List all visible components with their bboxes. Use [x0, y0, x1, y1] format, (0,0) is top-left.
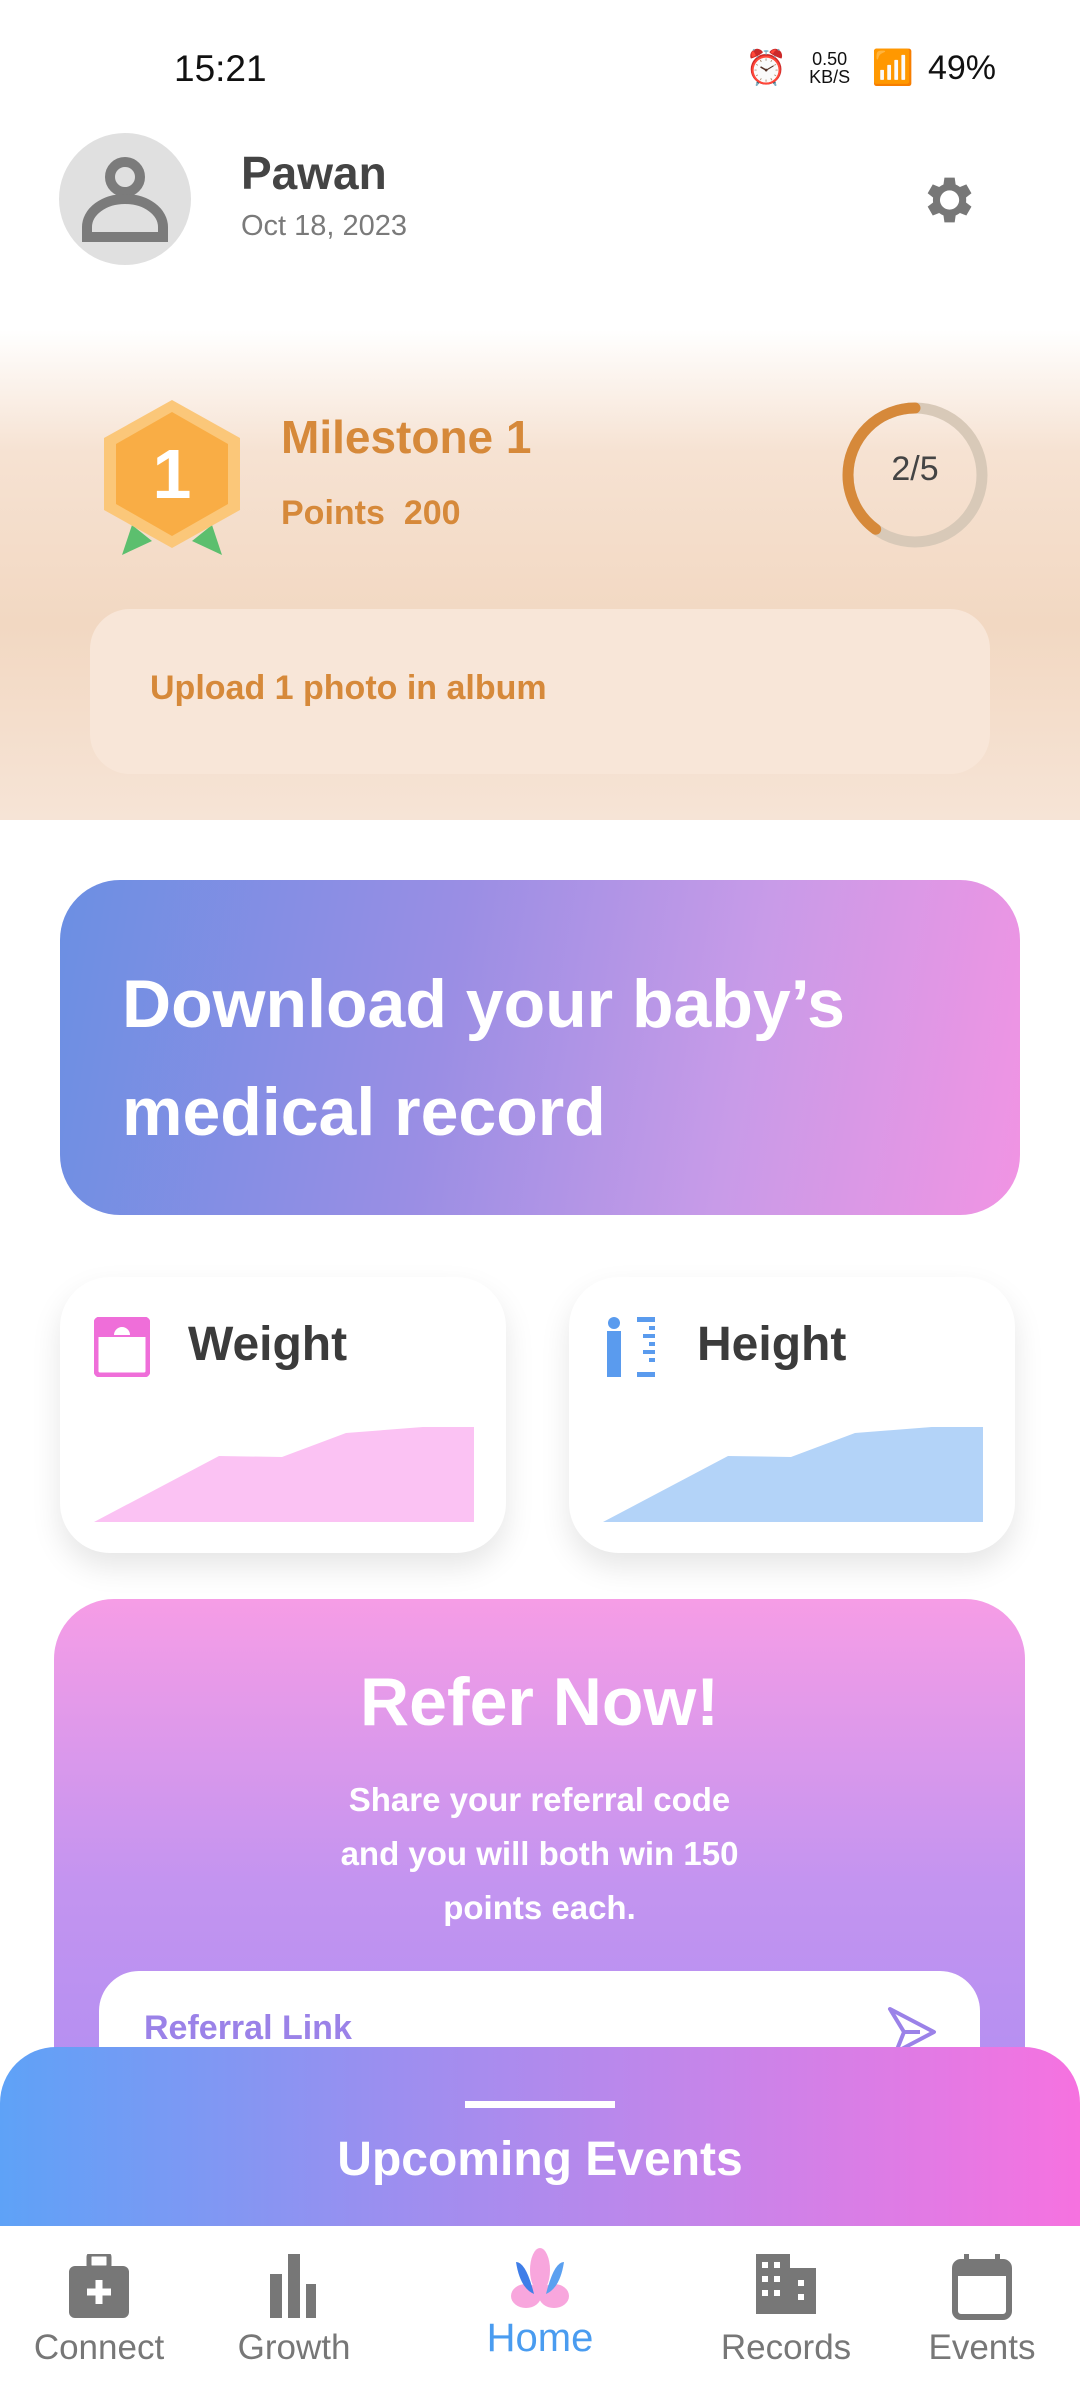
- nav-events[interactable]: Events: [882, 2226, 1080, 2400]
- milestone-task[interactable]: Upload 1 photo in album: [90, 609, 990, 774]
- nav-label: Home: [486, 2316, 594, 2360]
- person-icon: [82, 157, 168, 242]
- height-sparkline: [603, 1427, 983, 1522]
- task-text: Upload 1 photo in album: [150, 669, 547, 707]
- medical-record-banner[interactable]: Download your baby’s medical record: [60, 880, 1020, 1215]
- lotus-icon: [511, 2248, 569, 2308]
- calendar-icon: [952, 2254, 1012, 2320]
- sheet-title: Upcoming Events: [337, 2133, 743, 2186]
- weight-card[interactable]: Weight: [60, 1277, 506, 1553]
- net-speed: 0.50 KB/S: [809, 49, 851, 87]
- status-bar: 15:21 ⏰ 0.50 KB/S 📶 49%: [0, 40, 1080, 100]
- refer-description: Share your referral code and you will bo…: [340, 1781, 739, 1926]
- nav-label: Records: [720, 2328, 852, 2367]
- battery-level: 49%: [927, 48, 996, 87]
- nav-label: Events: [928, 2328, 1036, 2367]
- bottom-nav: Connect Growth Home Records Events: [0, 2226, 1080, 2400]
- user-name: Pawan: [241, 147, 387, 199]
- weight-sparkline: [94, 1427, 474, 1522]
- nav-records[interactable]: Records: [686, 2226, 886, 2400]
- nav-connect[interactable]: Connect: [0, 2226, 199, 2400]
- milestone-title: Milestone 1: [281, 411, 532, 463]
- current-date: Oct 18, 2023: [241, 210, 408, 242]
- banner-text: Download your baby’s medical record: [122, 966, 845, 1150]
- milestone-points: Points 200: [281, 494, 461, 532]
- avatar[interactable]: [59, 133, 191, 265]
- nav-label: Growth: [237, 2328, 351, 2367]
- height-card[interactable]: Height: [569, 1277, 1015, 1553]
- svg-text:1: 1: [153, 435, 192, 513]
- upcoming-events-sheet[interactable]: Upcoming Events: [0, 2047, 1080, 2247]
- nav-growth[interactable]: Growth: [194, 2226, 394, 2400]
- height-label: Height: [697, 1318, 847, 1371]
- nav-home[interactable]: Home: [440, 2226, 640, 2400]
- refer-title: Refer Now!: [360, 1664, 719, 1740]
- drag-handle[interactable]: [465, 2101, 615, 2108]
- status-icons: ⏰ 0.50 KB/S 📶 49%: [745, 48, 996, 88]
- weight-label: Weight: [188, 1318, 348, 1371]
- gear-icon[interactable]: [915, 168, 979, 232]
- refer-card: Refer Now! Share your referral code and …: [54, 1599, 1025, 2121]
- status-time: 15:21: [174, 48, 267, 89]
- milestone-progress-text: 2/5: [891, 450, 939, 488]
- wifi-icon: 📶: [871, 49, 914, 87]
- referral-link-placeholder: Referral Link: [144, 2009, 352, 2047]
- height-icon: [607, 1317, 655, 1377]
- nav-label: Connect: [33, 2328, 165, 2367]
- building-icon: [756, 2254, 816, 2314]
- scale-icon: [94, 1317, 150, 1377]
- alarm-icon: ⏰: [745, 49, 788, 87]
- bar-chart-icon: [270, 2254, 316, 2318]
- medical-bag-icon: [69, 2254, 129, 2318]
- milestone-badge-icon: 1: [104, 400, 240, 555]
